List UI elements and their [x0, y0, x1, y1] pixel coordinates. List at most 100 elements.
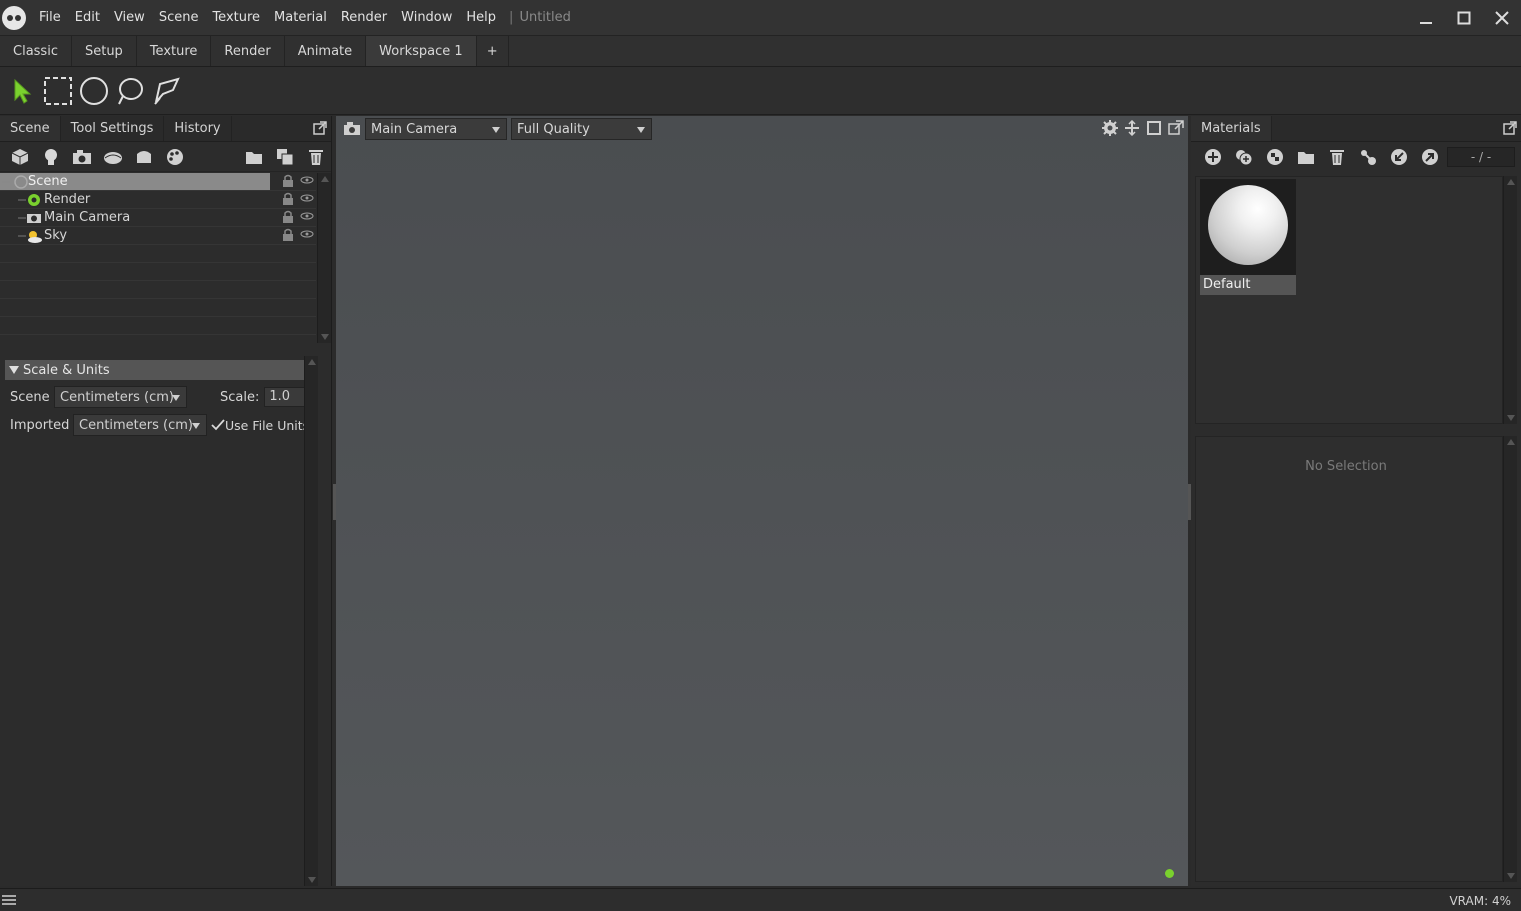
- popout-icon[interactable]: [1168, 120, 1184, 136]
- use-file-units-label[interactable]: Use File Units: [225, 418, 309, 433]
- maximize-view-icon[interactable]: [1146, 120, 1162, 136]
- popout-icon[interactable]: [313, 121, 327, 135]
- scale-input[interactable]: 1.0: [264, 387, 309, 407]
- material-thumbnail[interactable]: Default: [1200, 179, 1296, 295]
- add-workspace-button[interactable]: +: [477, 36, 509, 66]
- camera-dropdown[interactable]: Main Camera: [365, 118, 507, 140]
- material-folder-button[interactable]: [1290, 144, 1321, 170]
- scroll-down-arrow-icon[interactable]: [305, 874, 319, 886]
- polygon-select-tool-button[interactable]: [148, 73, 184, 109]
- lock-icon[interactable]: [282, 174, 294, 188]
- close-button[interactable]: [1483, 0, 1521, 36]
- menu-help[interactable]: Help: [459, 0, 503, 36]
- export-material-button[interactable]: [1414, 144, 1445, 170]
- eye-icon[interactable]: [300, 192, 314, 204]
- lock-icon[interactable]: [282, 210, 294, 224]
- menu-window[interactable]: Window: [394, 0, 459, 36]
- scroll-up-arrow-icon[interactable]: [318, 173, 332, 185]
- lock-icon[interactable]: [282, 228, 294, 242]
- scroll-down-arrow-icon[interactable]: [1504, 870, 1518, 882]
- tree-row-sky[interactable]: Sky: [0, 227, 316, 245]
- lock-icon[interactable]: [282, 192, 294, 206]
- new-folder-button[interactable]: [238, 144, 269, 170]
- menu-material[interactable]: Material: [267, 0, 334, 36]
- tab-tool-settings[interactable]: Tool Settings: [61, 116, 165, 141]
- tab-scene[interactable]: Scene: [0, 116, 61, 141]
- imported-unit-label: Imported: [10, 417, 70, 433]
- add-ground-button[interactable]: [128, 144, 159, 170]
- add-material-library-button[interactable]: [1228, 144, 1259, 170]
- gear-icon[interactable]: [1102, 120, 1118, 136]
- circle-select-tool-button[interactable]: [76, 73, 112, 109]
- quality-dropdown[interactable]: Full Quality: [511, 118, 652, 140]
- delete-material-button[interactable]: [1321, 144, 1352, 170]
- popout-icon[interactable]: [1503, 121, 1517, 135]
- add-camera-button[interactable]: [66, 144, 97, 170]
- tab-setup[interactable]: Setup: [72, 36, 137, 66]
- menu-edit[interactable]: Edit: [68, 0, 107, 36]
- eye-icon[interactable]: [300, 228, 314, 240]
- eye-icon[interactable]: [300, 210, 314, 222]
- material-grid-scrollbar[interactable]: [1503, 176, 1517, 424]
- add-material-palette-button[interactable]: [159, 144, 190, 170]
- delete-button[interactable]: [300, 144, 331, 170]
- lasso-icon: [118, 77, 143, 104]
- render-viewport[interactable]: Main Camera Full Quality: [336, 116, 1188, 886]
- materials-panel: Materials - / - Default No Selection: [1191, 116, 1521, 886]
- sky-icon: [18, 230, 42, 243]
- tree-label: Sky: [44, 228, 68, 243]
- duplicate-button[interactable]: [269, 144, 300, 170]
- chevron-down-icon: [192, 423, 200, 429]
- hamburger-menu-icon[interactable]: [2, 895, 16, 907]
- lasso-select-tool-button[interactable]: [112, 73, 148, 109]
- tree-row-main-camera[interactable]: Main Camera: [0, 209, 316, 227]
- tree-row-scene[interactable]: Scene: [0, 173, 316, 191]
- scroll-up-arrow-icon[interactable]: [1504, 436, 1518, 448]
- scroll-up-arrow-icon[interactable]: [1504, 176, 1518, 188]
- tab-texture[interactable]: Texture: [137, 36, 212, 66]
- tree-scrollbar[interactable]: [317, 173, 331, 343]
- maximize-button[interactable]: [1445, 0, 1483, 36]
- tab-materials[interactable]: Materials: [1191, 116, 1272, 141]
- trash-icon: [1329, 150, 1344, 165]
- tree-row-render[interactable]: Render: [0, 191, 316, 209]
- checker-material-button[interactable]: [1259, 144, 1290, 170]
- scroll-down-arrow-icon[interactable]: [318, 331, 332, 343]
- tab-workspace-1[interactable]: Workspace 1: [366, 36, 477, 66]
- checkmark-icon[interactable]: [211, 419, 225, 431]
- tree-row-empty: [0, 317, 316, 335]
- material-sphere-preview: [1208, 185, 1288, 265]
- menu-scene[interactable]: Scene: [152, 0, 206, 36]
- properties-scrollbar[interactable]: [304, 356, 318, 886]
- tab-animate[interactable]: Animate: [285, 36, 367, 66]
- menu-texture[interactable]: Texture: [205, 0, 267, 36]
- eye-icon[interactable]: [300, 174, 314, 186]
- link-material-button[interactable]: [1352, 144, 1383, 170]
- tab-render[interactable]: Render: [211, 36, 285, 66]
- move-icon[interactable]: [1124, 120, 1140, 136]
- add-material-button[interactable]: [1197, 144, 1228, 170]
- tab-classic[interactable]: Classic: [0, 36, 72, 66]
- tree-label: Scene: [28, 174, 68, 189]
- checker-icon: [1266, 149, 1283, 165]
- add-light-button[interactable]: [35, 144, 66, 170]
- scroll-down-arrow-icon[interactable]: [1504, 412, 1518, 424]
- imported-unit-dropdown[interactable]: Centimeters (cm): [73, 414, 207, 436]
- menu-render[interactable]: Render: [334, 0, 394, 36]
- add-object-button[interactable]: [4, 144, 35, 170]
- import-material-button[interactable]: [1383, 144, 1414, 170]
- scroll-up-arrow-icon[interactable]: [305, 356, 319, 368]
- tab-history[interactable]: History: [164, 116, 232, 141]
- select-tool-button[interactable]: [4, 73, 40, 109]
- menu-view[interactable]: View: [107, 0, 152, 36]
- polygon-lasso-icon: [154, 76, 180, 105]
- no-selection-text: No Selection: [1305, 459, 1387, 474]
- menu-file[interactable]: File: [32, 0, 68, 36]
- scene-unit-dropdown[interactable]: Centimeters (cm): [54, 386, 187, 408]
- scale-units-header[interactable]: Scale & Units: [5, 360, 312, 380]
- minimize-button[interactable]: [1407, 0, 1445, 36]
- add-environment-button[interactable]: [97, 144, 128, 170]
- tree-row-empty: [0, 263, 316, 281]
- material-properties-scrollbar[interactable]: [1503, 436, 1517, 882]
- rect-select-tool-button[interactable]: [40, 73, 76, 109]
